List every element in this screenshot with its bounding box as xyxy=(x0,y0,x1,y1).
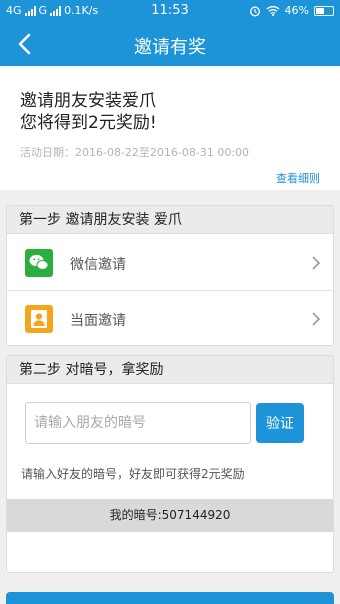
step2-card: 第二步 对暗号，拿奖励 验证 请输入好友的暗号，好友即可获得2元奖励 我的暗号:… xyxy=(6,355,334,573)
bottom-action-bar[interactable] xyxy=(6,592,334,604)
date-label: 活动日期： xyxy=(20,146,75,159)
reward-hint: 请输入好友的暗号，好友即可获得2元奖励 xyxy=(21,467,245,481)
my-code: 我的暗号:507144920 xyxy=(7,499,333,532)
status-right: 46% xyxy=(249,4,334,17)
face-invite-label: 当面邀请 xyxy=(70,313,126,329)
activity-date: 活动日期：2016-08-22至2016-08-31 00:00 xyxy=(20,144,249,160)
chevron-right-icon xyxy=(312,312,321,326)
wifi-icon xyxy=(266,6,279,16)
verify-button[interactable]: 验证 xyxy=(256,403,304,443)
wechat-invite-row[interactable]: 微信邀请 xyxy=(7,235,333,291)
invite-intro: 邀请朋友安装爱爪 您将得到2元奖励! 活动日期：2016-08-22至2016-… xyxy=(0,66,340,190)
status-bar: 4G G 0.1K/s 11:53 46% xyxy=(0,0,340,22)
face-invite-row[interactable]: 当面邀请 xyxy=(7,291,333,345)
nav-bar: 邀请有奖 xyxy=(0,22,340,66)
page-title: 邀请有奖 xyxy=(134,37,206,58)
friend-code-input[interactable] xyxy=(25,402,251,444)
wechat-icon xyxy=(25,249,53,277)
chevron-right-icon xyxy=(312,256,321,270)
step2-title: 第二步 对暗号，拿奖励 xyxy=(7,356,333,384)
alarm-icon xyxy=(249,6,260,16)
intro-reward: 您将得到2元奖励! xyxy=(20,113,157,133)
battery-percent: 46% xyxy=(284,4,309,17)
person-icon xyxy=(25,305,53,333)
details-link[interactable]: 查看细则 xyxy=(276,170,320,186)
step1-card: 第一步 邀请朋友安装 爱爪 微信邀请 当面邀请 xyxy=(6,205,334,346)
date-range: 2016-08-22至2016-08-31 00:00 xyxy=(75,146,250,159)
battery-icon xyxy=(314,5,334,16)
wechat-invite-label: 微信邀请 xyxy=(70,257,126,273)
step1-title: 第一步 邀请朋友安装 爱爪 xyxy=(7,206,333,234)
